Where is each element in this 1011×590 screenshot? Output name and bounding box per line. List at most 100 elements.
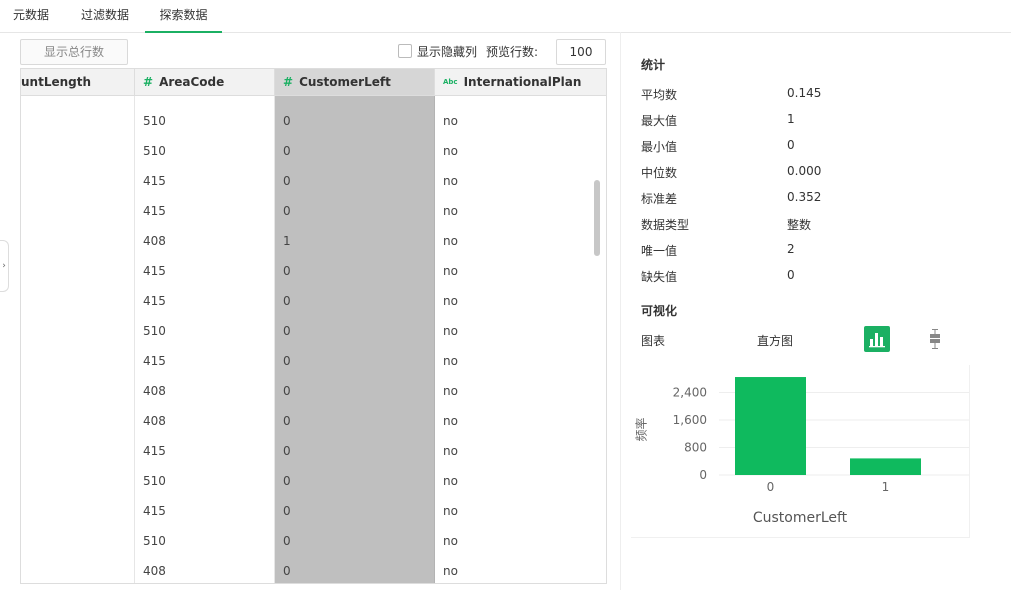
table-row: 408 0 no <box>21 406 606 436</box>
chart-bar[interactable] <box>735 377 806 475</box>
stat-value: 整数 <box>787 218 812 232</box>
table-cell <box>21 106 135 136</box>
grid-vertical-scrollbar[interactable] <box>594 180 600 256</box>
table-row: 510 0 no <box>21 316 606 346</box>
table-row: 408 1 no <box>21 226 606 256</box>
table-cell: no <box>443 504 458 518</box>
column-header-account-length[interactable]: untLength <box>21 69 135 95</box>
numeric-type-icon: # <box>283 75 294 89</box>
tab-metadata[interactable]: 元数据 <box>8 0 54 31</box>
table-row: 415 0 no <box>21 346 606 376</box>
table-cell: no <box>443 174 458 188</box>
table-row: 510 0 no <box>21 136 606 166</box>
chart-y-tick-label: 800 <box>684 441 707 455</box>
tab-explore-data[interactable]: 探索数据 <box>145 0 222 33</box>
stat-label: 唯一值 <box>641 244 678 258</box>
chart-x-tick-label: 1 <box>882 480 890 494</box>
table-cell: no <box>443 354 458 368</box>
chart-x-tick-label: 0 <box>767 480 775 494</box>
table-cell: 415 <box>143 294 166 308</box>
boxplot-icon <box>930 329 940 349</box>
table-row: 510 0 no <box>21 526 606 556</box>
stat-label: 最大值 <box>641 114 678 128</box>
table-cell: 0 <box>283 564 291 578</box>
table-cell: 510 <box>143 114 166 128</box>
stat-value: 0.352 <box>787 190 822 204</box>
column-header-international-plan[interactable]: Abc InternationalPlan <box>435 69 606 95</box>
chart-y-axis-label: 频率 <box>634 417 649 442</box>
table-cell: 0 <box>283 294 291 308</box>
table-cell: 415 <box>143 504 166 518</box>
table-row: 510 0 no <box>21 106 606 136</box>
table-row: 415 0 no <box>21 496 606 526</box>
boxplot-button[interactable] <box>927 328 943 350</box>
table-cell: no <box>443 474 458 488</box>
table-cell: 0 <box>283 534 291 548</box>
stat-label: 中位数 <box>641 166 678 180</box>
table-cell: no <box>443 234 458 248</box>
stat-value: 0 <box>787 138 795 152</box>
tab-filter-data[interactable]: 过滤数据 <box>73 0 137 31</box>
grid-body: 510 0 no 510 0 no 415 0 no 415 0 no 408 1 no 415 0 no 415 0… <box>21 96 606 583</box>
show-hidden-columns-label: 显示隐藏列 <box>417 45 478 59</box>
column-header-area-code[interactable]: # AreaCode <box>135 69 275 95</box>
table-cell: 0 <box>283 114 291 128</box>
table-cell: 0 <box>283 354 291 368</box>
table-cell: 0 <box>283 174 291 188</box>
column-header-customer-left[interactable]: # CustomerLeft <box>275 69 435 95</box>
stat-label: 缺失值 <box>641 270 678 284</box>
stats-panel: 统计 平均数 0.145 最大值 1 最小值 0 中位数 0.000 标准差 0.352 数据类型 整… <box>620 32 1011 590</box>
table-cell: 0 <box>283 384 291 398</box>
text-type-icon: Abc <box>443 78 458 86</box>
table-cell: 0 <box>283 474 291 488</box>
table-cell <box>21 136 135 166</box>
bar-chart-icon <box>869 333 885 348</box>
preview-rows-label: 预览行数: <box>486 45 539 59</box>
chevron-right-icon: › <box>2 261 6 271</box>
table-cell: 415 <box>143 204 166 218</box>
table-cell <box>21 166 135 196</box>
preview-rows-input[interactable]: 100 <box>556 39 606 65</box>
table-cell: no <box>443 414 458 428</box>
table-cell <box>21 556 135 583</box>
table-cell: 408 <box>143 414 166 428</box>
table-cell: 0 <box>283 264 291 278</box>
stat-label: 标准差 <box>641 192 678 206</box>
table-cell <box>21 286 135 316</box>
stat-value: 0.000 <box>787 164 822 178</box>
panel-expand-handle[interactable]: › <box>0 240 9 292</box>
table-cell: 415 <box>143 354 166 368</box>
stat-value: 2 <box>787 242 795 256</box>
column-header-label: AreaCode <box>159 75 225 89</box>
table-cell: 0 <box>283 414 291 428</box>
show-hidden-columns-checkbox[interactable] <box>398 44 412 58</box>
table-cell: no <box>443 204 458 218</box>
table-cell <box>21 376 135 406</box>
chart-y-tick-label: 0 <box>699 468 707 482</box>
chart-x-ticks: 01 <box>767 480 890 494</box>
stats-title: 统计 <box>641 58 666 72</box>
table-row: 415 0 no <box>21 196 606 226</box>
stat-value: 1 <box>787 112 795 126</box>
table-cell <box>21 526 135 556</box>
table-cell: 510 <box>143 324 166 338</box>
table-cell: no <box>443 294 458 308</box>
chart-bar[interactable] <box>850 458 921 475</box>
table-cell: 0 <box>283 324 291 338</box>
column-header-label: InternationalPlan <box>463 75 582 89</box>
chart-y-ticks: 0 800 1,600 2,400 <box>673 386 707 483</box>
table-cell: no <box>443 324 458 338</box>
table-cell: no <box>443 114 458 128</box>
table-cell: 408 <box>143 384 166 398</box>
table-cell <box>21 346 135 376</box>
table-row: 415 0 no <box>21 166 606 196</box>
table-row: 415 0 no <box>21 256 606 286</box>
table-cell: 0 <box>283 504 291 518</box>
show-total-rows-button[interactable]: 显示总行数 <box>20 39 128 65</box>
table-cell: 0 <box>283 144 291 158</box>
table-row: 408 0 no <box>21 376 606 406</box>
chart-y-tick-label: 2,400 <box>673 386 707 400</box>
histogram-button[interactable] <box>864 326 890 352</box>
data-grid: 510 0 no 510 0 no 415 0 no 415 0 no 408 1 no 415 0 no 415 0… <box>20 68 607 584</box>
table-row: 510 0 no <box>21 466 606 496</box>
